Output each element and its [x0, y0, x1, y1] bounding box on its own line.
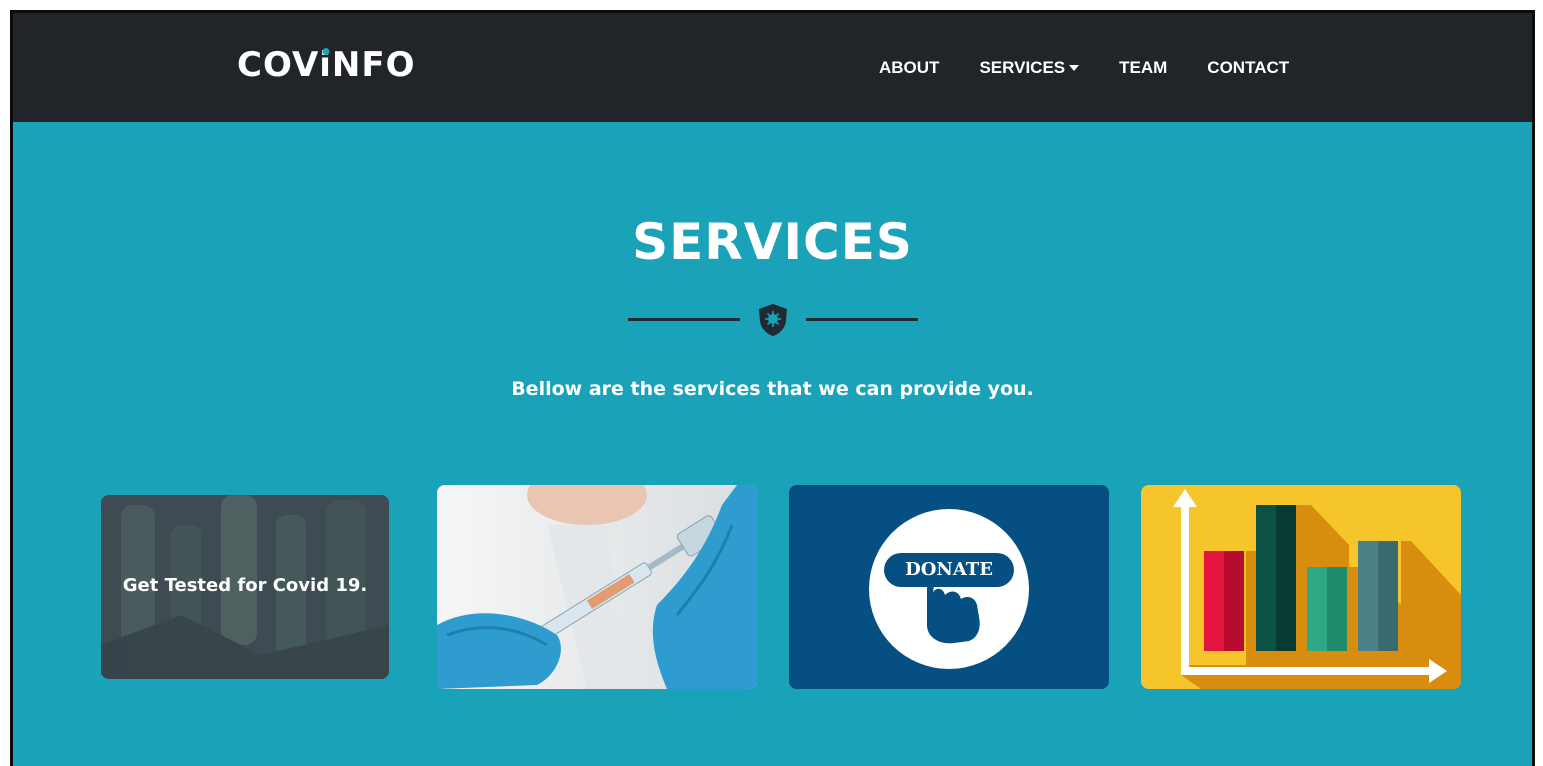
nav-about[interactable]: ABOUT — [879, 58, 939, 78]
nav-services-label: SERVICES — [979, 58, 1066, 77]
page-frame: COViNFO ABOUT SERVICES TEAM CONTACT SERV… — [10, 10, 1535, 766]
service-card-statistics[interactable] — [1141, 485, 1461, 689]
divider-line-right — [806, 318, 918, 321]
section-subtitle: Bellow are the services that we can prov… — [511, 378, 1034, 400]
nav-services[interactable]: SERVICES — [979, 58, 1080, 78]
service-card-donate[interactable]: DONATE — [789, 485, 1109, 689]
nav-team[interactable]: TEAM — [1119, 58, 1167, 78]
bar-chart-image — [1141, 485, 1461, 689]
divider-line-left — [628, 318, 740, 321]
title-divider — [628, 303, 918, 337]
vaccine-syringe-image — [437, 485, 757, 689]
brand-logo[interactable]: COViNFO — [237, 45, 416, 85]
service-card-testing[interactable]: Get Tested for Covid 19. — [101, 495, 389, 679]
donate-image — [789, 485, 1109, 689]
chevron-down-icon — [1069, 65, 1080, 71]
main-nav: ABOUT SERVICES TEAM CONTACT — [879, 58, 1289, 78]
virus-shield-icon — [756, 303, 790, 337]
section-title: SERVICES — [632, 213, 913, 271]
brand-i-dot: i — [319, 45, 332, 85]
service-card-vaccine[interactable] — [437, 485, 757, 689]
testing-card-caption: Get Tested for Covid 19. — [122, 575, 368, 596]
nav-contact[interactable]: CONTACT — [1207, 58, 1289, 78]
donate-label: DONATE — [905, 559, 993, 580]
navbar: COViNFO ABOUT SERVICES TEAM CONTACT — [13, 13, 1532, 122]
